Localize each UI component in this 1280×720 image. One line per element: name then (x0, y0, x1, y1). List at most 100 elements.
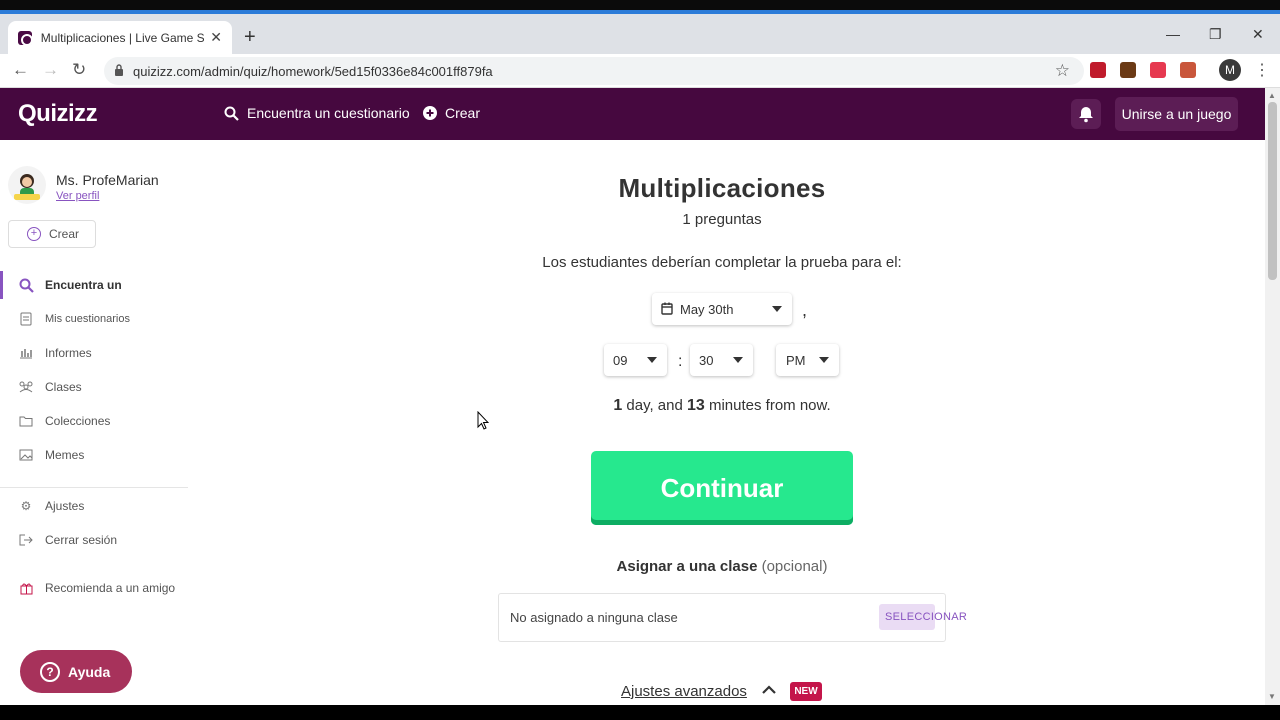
sidebar-item-label: Ajustes (45, 499, 85, 513)
search-icon (224, 106, 239, 121)
app-header: Quizizz Encuentra un cuestionario Crear … (0, 88, 1265, 140)
select-class-label[interactable]: SELECCIONAR (885, 611, 967, 623)
user-name: Ms. ProfeMarian (56, 172, 159, 188)
forward-icon[interactable]: → (42, 60, 59, 80)
create-label: Crear (445, 105, 481, 121)
mouse-cursor-icon (477, 411, 489, 430)
scroll-up-icon[interactable]: ▲ (1268, 91, 1276, 100)
date-value: May 30th (680, 301, 734, 317)
quizizz-logo[interactable]: Quizizz (18, 100, 98, 128)
sidebar-item-reports[interactable]: Informes (18, 343, 92, 363)
browser-tab-strip: Multiplicaciones | Live Game Setti ✕ + —… (0, 14, 1280, 54)
profile-avatar[interactable]: M (1219, 59, 1241, 81)
extension-red-icon[interactable] (1090, 62, 1106, 78)
ampm-value: PM (786, 352, 806, 368)
sidebar-item-label: Mis cuestionarios (45, 313, 130, 325)
help-button[interactable]: ? Ayuda (20, 650, 132, 693)
scroll-down-icon[interactable]: ▼ (1268, 692, 1276, 701)
relative-days: 1 (613, 397, 623, 414)
sidebar-item-memes[interactable]: Memes (18, 445, 84, 465)
sidebar-item-label: Clases (45, 380, 82, 394)
assign-class-heading: Asignar a una clase (opcional) (400, 558, 1044, 575)
chevron-down-icon (819, 357, 829, 363)
minimize-icon[interactable]: — (1166, 26, 1180, 42)
new-tab-icon[interactable]: + (244, 26, 256, 49)
relative-mid: day, and (622, 397, 687, 414)
page-title: Multiplicaciones (618, 173, 826, 203)
extension-k-icon[interactable] (1120, 62, 1136, 78)
lock-icon (115, 64, 123, 76)
relative-end: minutes from now. (704, 397, 831, 414)
plus-circle-icon (423, 106, 437, 120)
page-scrollbar[interactable]: ▲ ▼ (1265, 88, 1280, 705)
sidebar-item-label: Cerrar sesión (45, 533, 118, 547)
question-count: 1 preguntas (682, 211, 762, 228)
sidebar-item-my-quizzes[interactable]: Mis cuestionarios (18, 309, 130, 329)
hour-value: 09 (613, 352, 628, 368)
sidebar-create-label: Crear (49, 227, 80, 241)
restore-icon[interactable]: ❐ (1209, 26, 1222, 43)
deadline-prompt: Los estudiantes deberían completar la pr… (542, 254, 902, 271)
notifications-button[interactable] (1071, 99, 1101, 129)
url-bar[interactable]: quizizz.com/admin/quiz/homework/5ed15f03… (104, 57, 1084, 85)
sidebar-item-find[interactable]: Encuentra un (18, 275, 122, 295)
join-game-button[interactable]: Unirse a un juego (1115, 97, 1238, 131)
extension-pdf-icon[interactable] (1180, 62, 1196, 78)
find-quiz-label: Encuentra un cuestionario (247, 105, 410, 121)
reload-icon[interactable]: ↻ (72, 60, 86, 80)
window-close-icon[interactable]: ✕ (1252, 26, 1264, 43)
sidebar-item-logout[interactable]: Cerrar sesión (18, 530, 117, 550)
chevron-down-icon (647, 357, 657, 363)
calendar-icon (661, 302, 673, 315)
bookmark-star-icon[interactable]: ☆ (1055, 61, 1070, 81)
gift-icon (18, 580, 34, 596)
ampm-select[interactable]: PM (776, 344, 839, 376)
minute-select[interactable]: 30 (690, 344, 753, 376)
advanced-settings-link[interactable]: Ajustes avanzados (621, 683, 747, 700)
create-link[interactable]: Crear (423, 105, 480, 121)
sidebar-item-label: Encuentra un (45, 278, 122, 292)
chevron-up-icon[interactable] (762, 683, 776, 698)
browser-menu-icon[interactable]: ⋮ (1254, 60, 1270, 80)
image-icon (18, 447, 34, 463)
document-icon (18, 311, 34, 327)
date-picker[interactable]: May 30th (652, 293, 792, 325)
address-bar-row: ← → ↻ quizizz.com/admin/quiz/homework/5e… (0, 54, 1280, 88)
bell-icon (1079, 107, 1093, 123)
sidebar-item-settings[interactable]: ⚙ Ajustes (18, 496, 85, 516)
relative-minutes: 13 (687, 397, 705, 414)
sidebar-item-label: Colecciones (45, 414, 111, 428)
assign-placeholder: No asignado a ninguna clase (510, 610, 678, 625)
page-content: Ms. ProfeMarian Ver perfil + Crear Encue… (0, 140, 1265, 705)
assign-title: Asignar a una clase (616, 558, 758, 575)
find-quiz-link[interactable]: Encuentra un cuestionario (224, 105, 410, 121)
view-profile-link[interactable]: Ver perfil (56, 190, 99, 202)
back-icon[interactable]: ← (12, 60, 29, 80)
time-colon: : (678, 353, 683, 370)
extension-pocket-icon[interactable] (1150, 62, 1166, 78)
window-top-strip (0, 0, 1280, 14)
quizizz-favicon-icon (18, 30, 33, 46)
sidebar-item-refer[interactable]: Recomienda a un amigo (18, 578, 175, 598)
date-comma: , (802, 300, 808, 320)
folder-icon (18, 413, 34, 429)
hour-select[interactable]: 09 (604, 344, 667, 376)
chart-icon (18, 345, 34, 361)
logout-icon (18, 532, 34, 548)
tab-close-icon[interactable]: ✕ (210, 29, 222, 46)
new-badge: NEW (790, 682, 822, 701)
browser-tab[interactable]: Multiplicaciones | Live Game Setti ✕ (8, 21, 232, 54)
avatar[interactable] (8, 166, 46, 204)
minute-value: 30 (699, 352, 714, 368)
gear-icon: ⚙ (20, 499, 32, 513)
scrollbar-thumb[interactable] (1268, 102, 1277, 280)
avatar-illustration (14, 174, 40, 200)
users-icon (18, 379, 34, 395)
search-icon (18, 277, 34, 293)
continue-button[interactable]: Continuar (591, 451, 853, 525)
relative-time: 1 day, and 13 minutes from now. (400, 397, 1044, 415)
sidebar-item-collections[interactable]: Colecciones (18, 411, 110, 431)
sidebar-item-classes[interactable]: Clases (18, 377, 82, 397)
sidebar-create-button[interactable]: + Crear (8, 220, 96, 248)
question-icon: ? (40, 661, 60, 682)
